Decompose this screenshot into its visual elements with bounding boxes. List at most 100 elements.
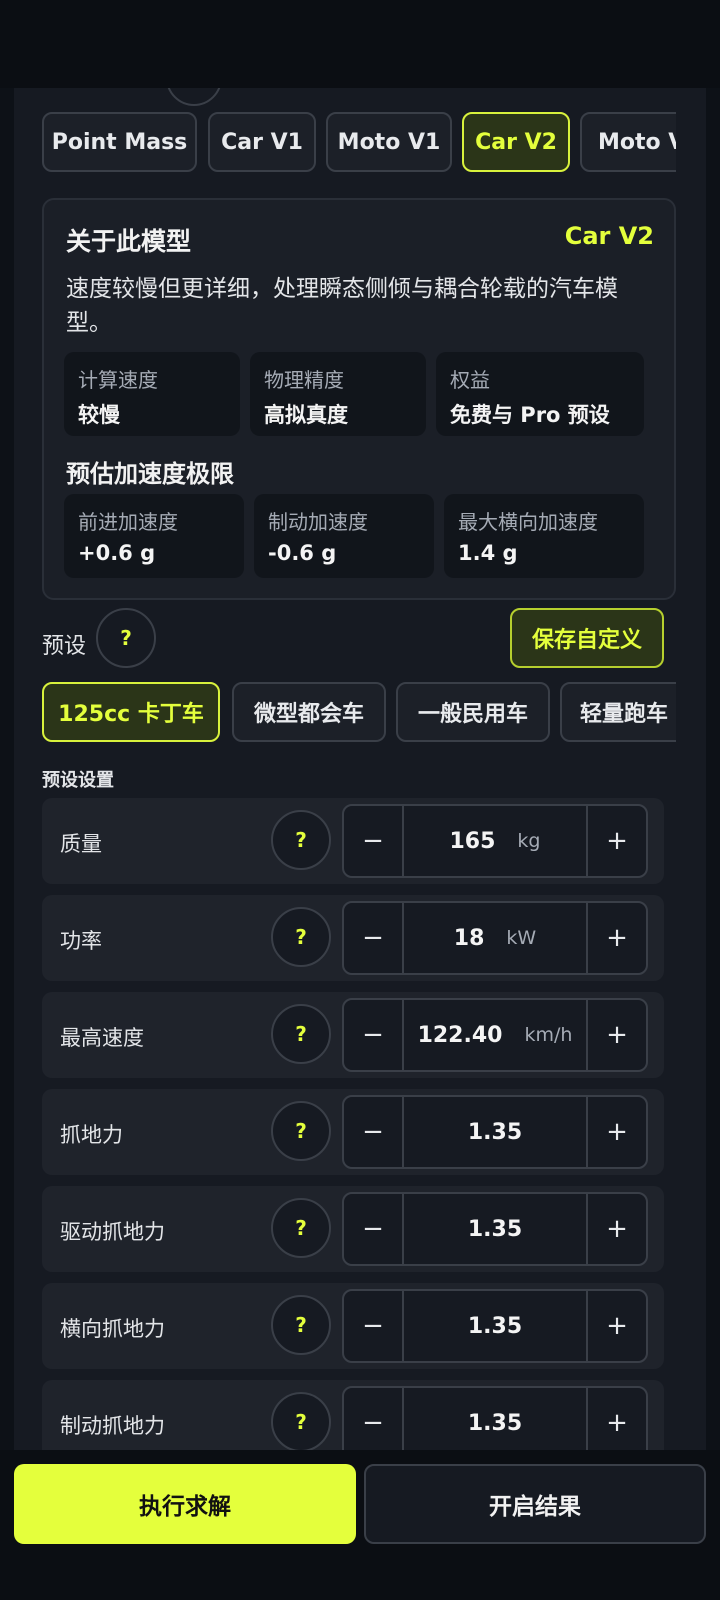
question-icon: ? (295, 828, 307, 852)
param-help-button[interactable]: ? (271, 1101, 331, 1161)
model-chip-moto-v1[interactable]: Moto V1 (326, 112, 452, 172)
stat-label: 物理精度 (264, 368, 344, 392)
param-help-button[interactable]: ? (271, 1004, 331, 1064)
param-value: 122.40 (417, 1022, 503, 1048)
param-name: 驱动抓地力 (60, 1220, 165, 1244)
param-stepper: −122.40 km/h + (342, 998, 648, 1072)
decrement-button[interactable]: − (344, 1000, 404, 1070)
decrement-button[interactable]: − (344, 1194, 404, 1264)
stat-entitlement: 权益 免费与 Pro 预设 (436, 352, 644, 436)
model-chip-moto-v2[interactable]: Moto V2 (580, 112, 676, 172)
param-name: 功率 (60, 929, 102, 953)
help-button-partial[interactable] (166, 88, 222, 106)
question-icon: ? (295, 1410, 307, 1434)
stat-compute-speed: 计算速度 较慢 (64, 352, 240, 436)
model-chip-car-v1[interactable]: Car V1 (208, 112, 316, 172)
bottom-action-bar: 执行求解 开启结果 (0, 1450, 720, 1600)
param-stepper: − 1.35 + (342, 1095, 648, 1169)
question-icon: ? (295, 1119, 307, 1143)
param-stepper: − 1.35 + (342, 1289, 648, 1363)
increment-button[interactable]: + (586, 1388, 646, 1450)
stat-label: 计算速度 (78, 368, 158, 392)
increment-button[interactable]: + (586, 1097, 646, 1167)
model-chip-car-v2[interactable]: Car V2 (462, 112, 570, 172)
param-value-field[interactable]: 18 kW (406, 903, 584, 973)
param-value-field[interactable]: 1.35 (406, 1194, 584, 1264)
param-name: 横向抓地力 (60, 1317, 165, 1341)
info-description: 速度较慢但更详细，处理瞬态侧倾与耦合轮载的汽车模型。 (66, 276, 618, 336)
param-row: 驱动抓地力? − 1.35 + (42, 1186, 664, 1272)
limit-label: 前进加速度 (78, 510, 178, 534)
preset-settings-label: 预设设置 (42, 770, 114, 791)
param-unit: kg (517, 830, 541, 852)
param-help-button[interactable]: ? (271, 1295, 331, 1355)
preset-label: 预设 (42, 634, 87, 659)
param-name: 质量 (60, 832, 102, 856)
param-value-field[interactable]: 122.40 km/h (406, 1000, 584, 1070)
param-unit: km/h (524, 1024, 573, 1046)
question-icon: ? (120, 626, 132, 650)
decrement-button[interactable]: − (344, 1097, 404, 1167)
param-value-field[interactable]: 165 kg (406, 806, 584, 876)
preset-chip-light-sports-car[interactable]: 轻量跑车 (560, 682, 676, 742)
model-chip-point-mass[interactable]: Point Mass (42, 112, 197, 172)
limit-brake-accel: 制动加速度 -0.6 g (254, 494, 434, 578)
param-row: 功率? − 18 kW + (42, 895, 664, 981)
decrement-button[interactable]: − (344, 1388, 404, 1450)
param-help-button[interactable]: ? (271, 1198, 331, 1258)
param-help-button[interactable]: ? (271, 810, 331, 870)
model-selector: Point Mass Car V1 Moto V1 Car V2 Moto V2 (42, 112, 676, 174)
stat-label: 权益 (450, 368, 490, 392)
save-custom-button[interactable]: 保存自定义 (510, 608, 664, 668)
param-value-field[interactable]: 1.35 (406, 1097, 584, 1167)
decrement-button[interactable]: − (344, 806, 404, 876)
decrement-button[interactable]: − (344, 1291, 404, 1361)
param-name: 制动抓地力 (60, 1414, 165, 1438)
preset-chip-micro-city-car[interactable]: 微型都会车 (232, 682, 386, 742)
stat-value: 高拟真度 (264, 403, 348, 427)
param-help-button[interactable]: ? (271, 907, 331, 967)
param-value: 1.35 (467, 1119, 523, 1145)
limit-label: 制动加速度 (268, 510, 368, 534)
stat-physics-fidelity: 物理精度 高拟真度 (250, 352, 426, 436)
param-name: 最高速度 (60, 1026, 144, 1050)
question-icon: ? (295, 1313, 307, 1337)
preset-help-button[interactable]: ? (96, 608, 156, 668)
increment-button[interactable]: + (586, 1291, 646, 1361)
increment-button[interactable]: + (586, 903, 646, 973)
increment-button[interactable]: + (586, 806, 646, 876)
settings-sheet: Point Mass Car V1 Moto V1 Car V2 Moto V2… (14, 88, 706, 1450)
increment-button[interactable]: + (586, 1000, 646, 1070)
param-row: 最高速度? −122.40 km/h + (42, 992, 664, 1078)
param-row: 抓地力? − 1.35 + (42, 1089, 664, 1175)
limit-value: -0.6 g (268, 541, 337, 565)
param-help-button[interactable]: ? (271, 1392, 331, 1450)
param-stepper: − 1.35 + (342, 1386, 648, 1450)
question-icon: ? (295, 1022, 307, 1046)
increment-button[interactable]: + (586, 1194, 646, 1264)
stat-value: 较慢 (78, 403, 120, 427)
param-value: 1.35 (467, 1216, 523, 1242)
question-icon: ? (295, 1216, 307, 1240)
open-results-button[interactable]: 开启结果 (364, 1464, 706, 1544)
param-value: 165 (449, 828, 496, 854)
limits-title: 预估加速度极限 (66, 460, 234, 488)
preset-chip-civilian-car[interactable]: 一般民用车 (396, 682, 550, 742)
param-value-field[interactable]: 1.35 (406, 1291, 584, 1361)
info-model-name: Car V2 (564, 222, 654, 250)
param-stepper: − 18 kW + (342, 901, 648, 975)
decrement-button[interactable]: − (344, 903, 404, 973)
param-stepper: − 1.35 + (342, 1192, 648, 1266)
param-value-field[interactable]: 1.35 (406, 1388, 584, 1450)
status-bar (0, 0, 720, 88)
param-value: 1.35 (467, 1313, 523, 1339)
preset-chip-125cc-kart[interactable]: 125cc 卡丁车 (42, 682, 220, 742)
param-unit: kW (506, 927, 537, 949)
param-value: 18 (453, 925, 485, 951)
solve-button[interactable]: 执行求解 (14, 1464, 356, 1544)
param-row: 横向抓地力? − 1.35 + (42, 1283, 664, 1369)
stat-value: 免费与 Pro 预设 (450, 403, 610, 427)
param-row: 制动抓地力? − 1.35 + (42, 1380, 664, 1450)
question-icon: ? (295, 925, 307, 949)
preset-selector: 125cc 卡丁车 微型都会车 一般民用车 轻量跑车 (42, 682, 676, 744)
